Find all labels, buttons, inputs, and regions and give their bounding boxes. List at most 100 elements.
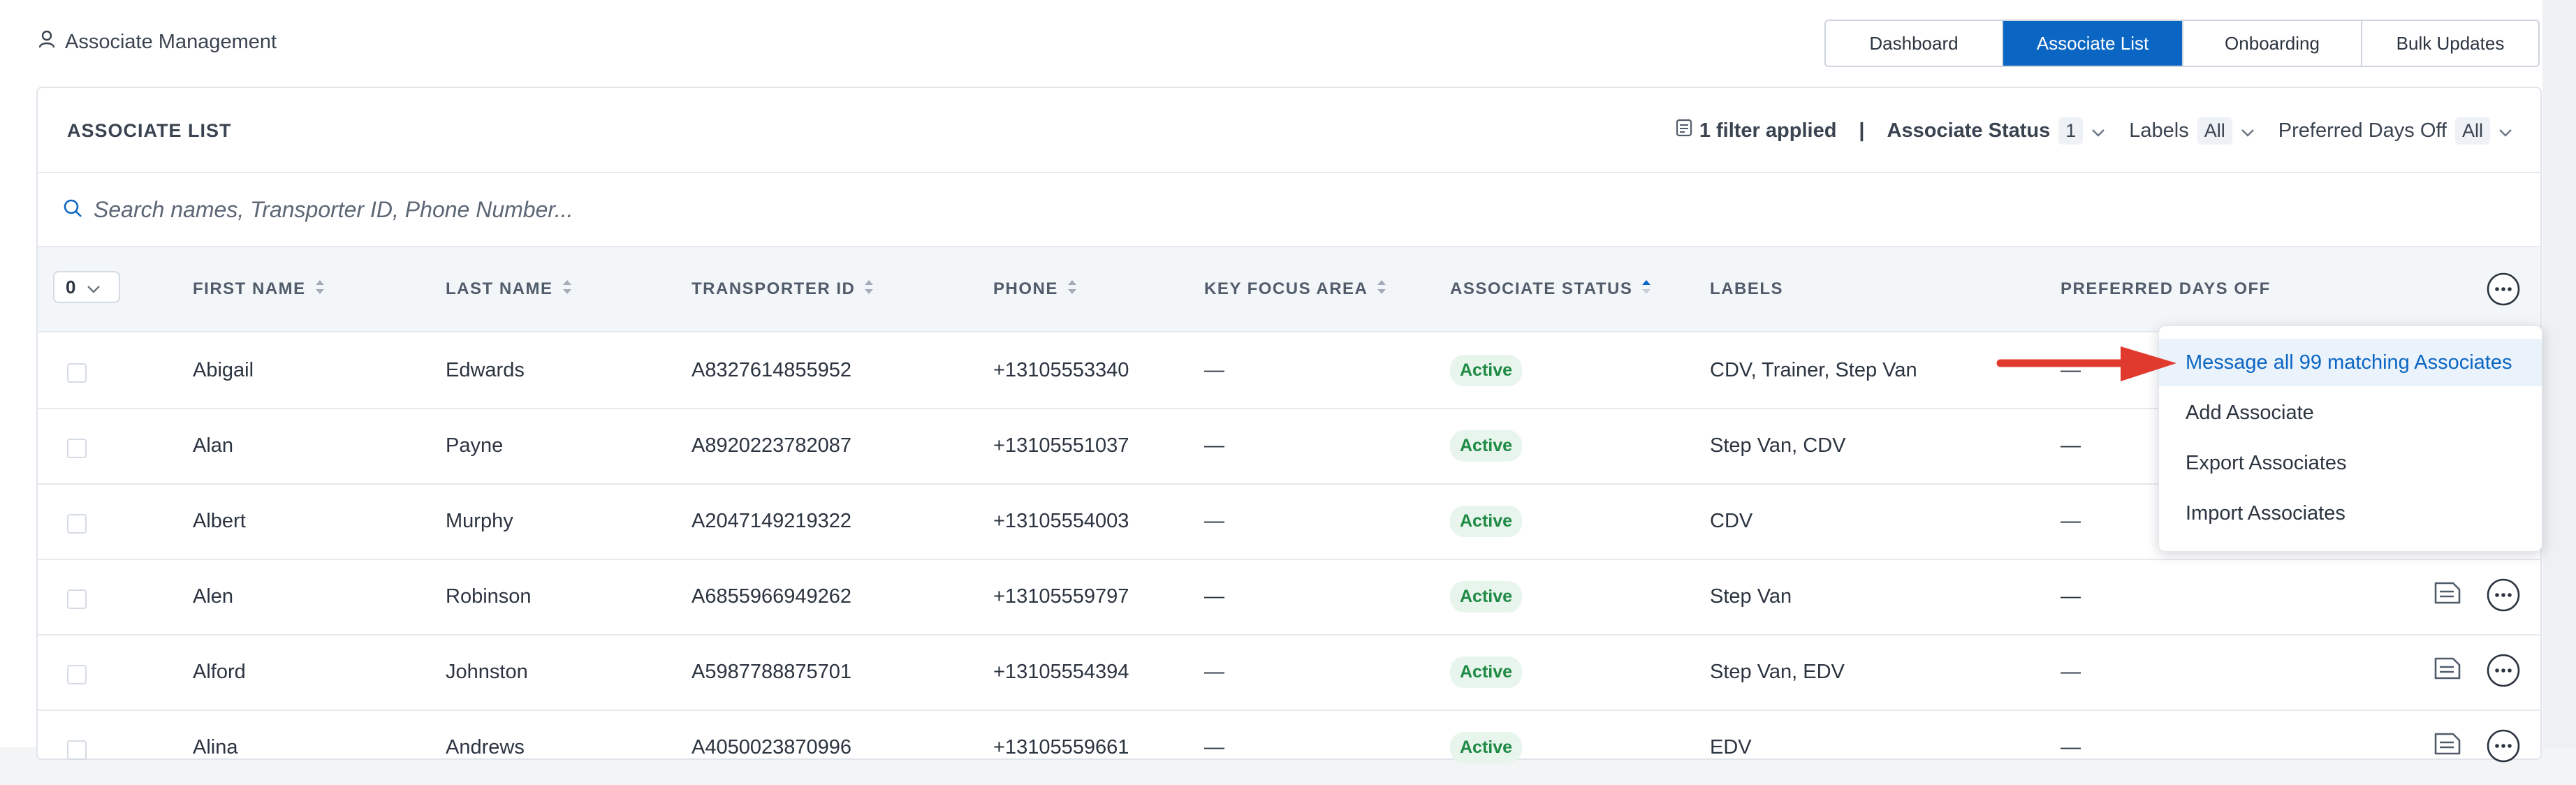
column-labels: LABELS: [1710, 247, 1783, 331]
filter-doc-icon: [1676, 119, 1699, 142]
cell-first-name: Abigail: [193, 358, 254, 381]
column-key-focus-area[interactable]: KEY FOCUS AREA: [1204, 247, 1387, 331]
filter-separator: |: [1859, 119, 1865, 142]
status-badge: Active: [1450, 354, 1523, 386]
column-preferred-days-off: PREFERRED DAYS OFF: [2061, 247, 2271, 331]
cell-last-name: Andrews: [446, 735, 525, 758]
status-badge: Active: [1450, 731, 1523, 763]
associate-status-filter-value: 1: [2058, 117, 2084, 145]
row-checkbox[interactable]: [67, 439, 87, 458]
column-last-name-label: LAST NAME: [446, 279, 553, 298]
cell-first-name: Alford: [193, 660, 246, 683]
app-title: Associate Management: [38, 28, 277, 56]
labels-filter[interactable]: Labels All: [2129, 117, 2254, 145]
sort-icon: [1376, 278, 1387, 301]
column-last-name[interactable]: LAST NAME: [446, 247, 573, 331]
row-checkbox[interactable]: [67, 740, 87, 760]
select-all-dropdown[interactable]: 0: [53, 271, 120, 303]
column-associate-status-label: ASSOCIATE STATUS: [1450, 279, 1633, 298]
note-icon[interactable]: [2432, 578, 2463, 612]
cell-labels: Step Van, CDV: [1710, 434, 1846, 457]
search-input[interactable]: [92, 196, 1492, 223]
annotation-arrow-icon: [1996, 344, 2179, 389]
more-horizontal-icon[interactable]: [2486, 578, 2521, 616]
chevron-down-icon: [2091, 119, 2105, 142]
cell-key-focus-area: —: [1204, 660, 1224, 683]
more-horizontal-icon[interactable]: [2486, 728, 2521, 767]
cell-transporter-id: A8327614855952: [691, 358, 852, 381]
column-first-name[interactable]: FIRST NAME: [193, 247, 325, 331]
row-checkbox[interactable]: [67, 665, 87, 684]
table-row[interactable]: Alford Johnston A5987788875701 +13105554…: [38, 634, 2540, 711]
row-checkbox[interactable]: [67, 589, 87, 609]
cell-key-focus-area: —: [1204, 735, 1224, 758]
cell-transporter-id: A8920223782087: [691, 434, 852, 457]
sort-icon: [562, 278, 573, 301]
cell-phone: +13105551037: [993, 434, 1129, 457]
cell-transporter-id: A4050023870996: [691, 735, 852, 758]
cell-key-focus-area: —: [1204, 358, 1224, 381]
more-horizontal-icon[interactable]: [2486, 272, 2521, 307]
cell-preferred-days-off: —: [2061, 660, 2081, 683]
filter-count[interactable]: 1 filter applied: [1676, 119, 1836, 142]
column-phone-label: PHONE: [993, 279, 1058, 298]
more-horizontal-icon[interactable]: [2486, 653, 2521, 691]
chevron-down-icon: [2241, 119, 2255, 142]
panel-header: ASSOCIATE LIST 1 filter applied | Associ…: [38, 88, 2540, 173]
column-phone[interactable]: PHONE: [993, 247, 1078, 331]
sort-icon: [314, 278, 325, 301]
cell-phone: +13105554394: [993, 660, 1129, 683]
selected-count: 0: [66, 276, 76, 298]
row-checkbox[interactable]: [67, 514, 87, 534]
table-row[interactable]: Alen Robinson A6855966949262 +1310555979…: [38, 559, 2540, 636]
tab-associate-list[interactable]: Associate List: [2003, 21, 2183, 66]
cell-labels: Step Van, EDV: [1710, 660, 1845, 683]
cell-status: Active: [1450, 559, 1523, 634]
status-badge: Active: [1450, 580, 1523, 612]
column-transporter-id-label: TRANSPORTER ID: [691, 279, 856, 298]
cell-first-name: Alan: [193, 434, 234, 457]
column-key-focus-area-label: KEY FOCUS AREA: [1204, 279, 1368, 298]
cell-phone: +13105559797: [993, 585, 1129, 608]
menu-item-add-associate[interactable]: Add Associate: [2159, 389, 2542, 436]
cell-last-name: Edwards: [446, 358, 525, 381]
panel-title: ASSOCIATE LIST: [67, 120, 232, 141]
scrollbar-gutter[interactable]: [2542, 0, 2576, 747]
note-icon[interactable]: [2432, 728, 2463, 763]
cell-transporter-id: A2047149219322: [691, 509, 852, 532]
preferred-days-off-filter-label: Preferred Days Off: [2278, 119, 2447, 142]
cell-first-name: Alina: [193, 735, 238, 758]
cell-first-name: Albert: [193, 509, 246, 532]
column-transporter-id[interactable]: TRANSPORTER ID: [691, 247, 874, 331]
cell-key-focus-area: —: [1204, 585, 1224, 608]
status-badge: Active: [1450, 656, 1523, 688]
cell-status: Active: [1450, 332, 1523, 408]
actions-menu: Message all 99 matching Associates Add A…: [2158, 325, 2542, 552]
column-associate-status[interactable]: ASSOCIATE STATUS: [1450, 247, 1652, 331]
sort-icon: [1067, 278, 1078, 301]
top-navigation: Dashboard Associate List Onboarding Bulk…: [1824, 20, 2540, 67]
associate-status-filter-label: Associate Status: [1887, 119, 2051, 142]
menu-item-export-associates[interactable]: Export Associates: [2159, 439, 2542, 487]
menu-item-import-associates[interactable]: Import Associates: [2159, 490, 2542, 537]
note-icon[interactable]: [2432, 653, 2463, 687]
labels-filter-value: All: [2197, 117, 2232, 145]
menu-item-message-all[interactable]: Message all 99 matching Associates: [2159, 339, 2542, 386]
status-badge: Active: [1450, 505, 1523, 537]
tab-bulk-updates[interactable]: Bulk Updates: [2362, 21, 2538, 66]
preferred-days-off-filter[interactable]: Preferred Days Off All: [2278, 117, 2512, 145]
column-first-name-label: FIRST NAME: [193, 279, 306, 298]
associate-status-filter[interactable]: Associate Status 1: [1887, 117, 2106, 145]
tab-dashboard[interactable]: Dashboard: [1826, 21, 2003, 66]
cell-status: Active: [1450, 408, 1523, 483]
cell-phone: +13105559661: [993, 735, 1129, 758]
cell-preferred-days-off: —: [2061, 735, 2081, 758]
table-row[interactable]: Alina Andrews A4050023870996 +1310555966…: [38, 710, 2540, 785]
cell-labels: EDV: [1710, 735, 1752, 758]
status-badge: Active: [1450, 430, 1523, 462]
cell-status: Active: [1450, 634, 1523, 710]
row-checkbox[interactable]: [67, 363, 87, 383]
cell-last-name: Johnston: [446, 660, 528, 683]
cell-preferred-days-off: —: [2061, 434, 2081, 457]
tab-onboarding[interactable]: Onboarding: [2183, 21, 2362, 66]
